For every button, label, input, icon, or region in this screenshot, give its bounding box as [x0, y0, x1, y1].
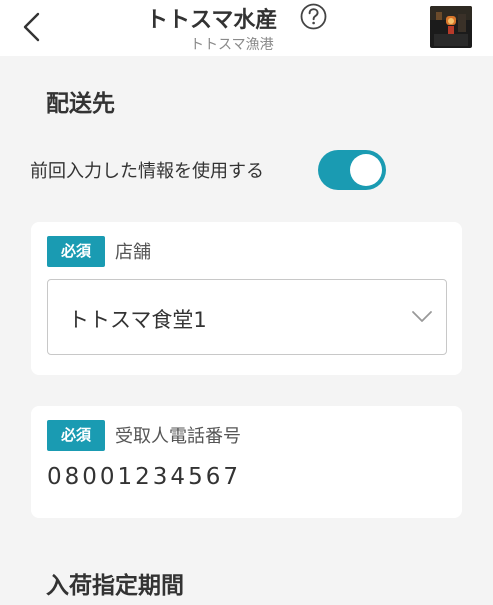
store-field-label: 店舗 [115, 242, 151, 263]
chevron-left-icon [23, 12, 40, 42]
question-circle-icon [300, 3, 327, 30]
phone-card: 必須 受取人電話番号 08001234567 [31, 406, 462, 518]
required-badge: 必須 [47, 236, 105, 267]
back-button[interactable] [18, 10, 48, 44]
app-header: トトスマ水産 トトスマ漁港 [0, 0, 493, 56]
help-button[interactable] [300, 3, 327, 30]
required-badge: 必須 [47, 420, 105, 451]
use-previous-label: 前回入力した情報を使用する [30, 161, 264, 182]
shop-avatar[interactable] [430, 6, 472, 48]
use-previous-toggle[interactable] [318, 150, 386, 190]
store-select-value: トトスマ食堂1 [68, 308, 207, 332]
page-subtitle: トトスマ漁港 [190, 37, 274, 53]
phone-value: 08001234567 [47, 464, 241, 490]
page-title: トトスマ水産 [146, 8, 278, 33]
arrival-section-title: 入荷指定期間 [46, 573, 184, 599]
store-select[interactable]: トトスマ食堂1 [47, 279, 447, 355]
phone-field-label: 受取人電話番号 [115, 426, 241, 447]
store-card: 必須 店舗 トトスマ食堂1 [31, 222, 462, 375]
chevron-down-icon [412, 311, 432, 322]
shop-photo-icon [430, 6, 472, 48]
toggle-knob [350, 154, 382, 186]
delivery-section-title: 配送先 [46, 91, 115, 117]
